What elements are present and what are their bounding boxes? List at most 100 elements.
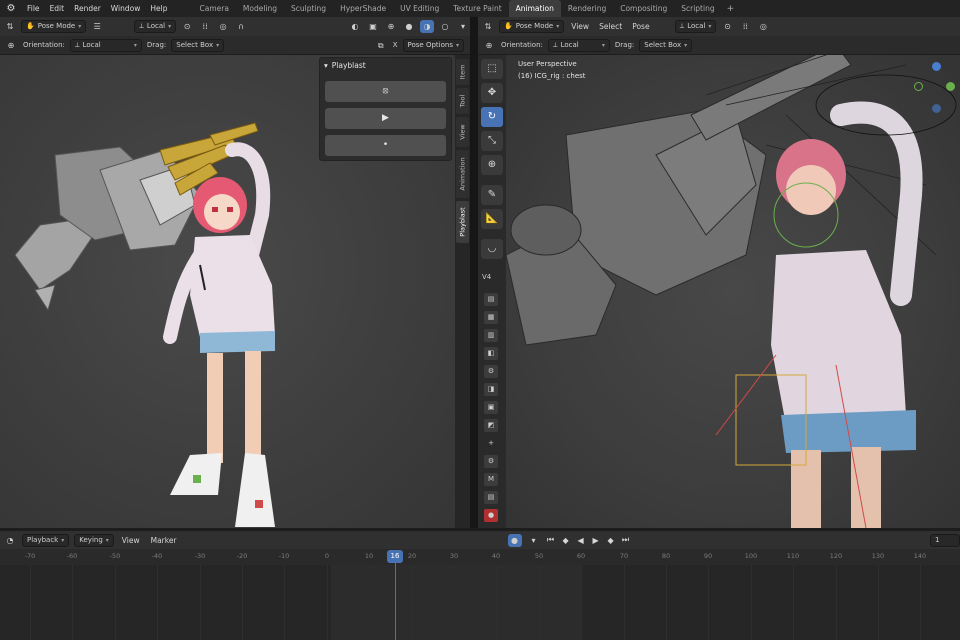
xray-icon[interactable]: ▣ <box>366 20 380 33</box>
measure-tool-icon[interactable]: 📐 <box>481 209 503 229</box>
addon-icon-11[interactable]: M <box>484 473 498 486</box>
transform-tool-icon[interactable]: ⊕ <box>4 39 18 52</box>
playback-menu[interactable]: Playback ▾ <box>22 533 70 547</box>
addon-icon-6[interactable]: ◨ <box>484 383 498 396</box>
addon-icon-5[interactable]: ⚙ <box>484 365 498 378</box>
play-icon[interactable]: ▶ <box>591 536 601 545</box>
shading-render-icon[interactable]: ○ <box>438 20 452 33</box>
tab-tool[interactable]: Tool <box>456 88 469 114</box>
axis-z-icon[interactable] <box>932 62 941 71</box>
autokey-record-icon[interactable]: ● <box>507 533 522 547</box>
tab-scripting[interactable]: Scripting <box>674 0 721 17</box>
left-mode-dropdown[interactable]: ✋ Pose Mode ▾ <box>21 20 87 33</box>
mirror-x-label[interactable]: X <box>393 41 398 49</box>
right-transform-dropdown[interactable]: ⟂ Local ▾ <box>674 20 717 33</box>
playblast-play-button[interactable]: ▶ <box>325 108 446 129</box>
snap-icon[interactable]: ⁞⁞ <box>198 20 212 33</box>
proportional-icon[interactable]: ◎ <box>756 20 770 33</box>
tab-compositing[interactable]: Compositing <box>613 0 674 17</box>
tab-texture-paint[interactable]: Texture Paint <box>446 0 508 17</box>
right-mode-dropdown[interactable]: ✋ Pose Mode ▾ <box>499 20 565 33</box>
navigation-gizmo[interactable] <box>906 60 958 120</box>
pose-options-dropdown[interactable]: Pose Options ▾ <box>402 38 464 52</box>
playblast-extra-button[interactable]: • <box>325 135 446 156</box>
blender-logo-icon[interactable]: ⚙ <box>4 2 18 16</box>
prev-keyframe-icon[interactable]: ◆ <box>561 536 571 545</box>
tab-hypershade[interactable]: HyperShade <box>333 0 393 17</box>
tab-modeling[interactable]: Modeling <box>236 0 284 17</box>
mirror-icon[interactable]: ⧉ <box>374 39 388 52</box>
menu-file[interactable]: File <box>22 0 45 17</box>
addon-icon-10[interactable]: ⚙ <box>484 455 498 468</box>
chevron-down-icon[interactable]: ▾ <box>527 534 541 547</box>
addon-icon-3[interactable]: ▥ <box>484 329 498 342</box>
menu-pose[interactable]: Pose <box>629 22 652 31</box>
timeline-ruler[interactable]: -70 -60 -50 -40 -30 -20 -10 0 10 20 30 4… <box>0 549 960 565</box>
chevron-down-icon[interactable]: ▾ <box>456 20 470 33</box>
menu-select[interactable]: Select <box>596 22 625 31</box>
menu-window[interactable]: Window <box>106 0 146 17</box>
record-icon[interactable]: ● <box>484 509 498 522</box>
pivot-icon[interactable]: ⊙ <box>180 20 194 33</box>
next-keyframe-icon[interactable]: ◆ <box>606 536 616 545</box>
keying-menu[interactable]: Keying ▾ <box>74 533 114 547</box>
editor-type-icon[interactable]: ⇅ <box>3 20 17 33</box>
area-split-border[interactable] <box>470 17 478 528</box>
axis-z-neg-icon[interactable] <box>932 104 941 113</box>
move-tool-icon[interactable]: ✥ <box>481 83 503 103</box>
annotate-tool-icon[interactable]: ✎ <box>481 185 503 205</box>
right-orientation-dropdown[interactable]: ⟂ Local ▾ <box>547 38 610 52</box>
add-workspace-button[interactable]: + <box>722 4 740 14</box>
timeline-marker-menu[interactable]: Marker <box>148 536 180 545</box>
collapse-arrow-icon[interactable]: ▾ <box>324 61 328 70</box>
menu-help[interactable]: Help <box>145 0 172 17</box>
menu-render[interactable]: Render <box>69 0 106 17</box>
scale-tool-icon[interactable]: ⤡ <box>481 131 503 151</box>
jump-start-icon[interactable]: ⏮ <box>546 535 556 545</box>
menu-edit[interactable]: Edit <box>45 0 70 17</box>
addon-icon-1[interactable]: ▤ <box>484 293 498 306</box>
axis-y-neg-icon[interactable] <box>914 82 923 91</box>
addon-icon-7[interactable]: ▣ <box>484 401 498 414</box>
playblast-panel-header[interactable]: ▾ Playblast <box>320 58 451 73</box>
timeline-view-menu[interactable]: View <box>119 536 143 545</box>
playhead-line[interactable] <box>395 563 396 640</box>
overlay-icon[interactable]: ◐ <box>348 20 362 33</box>
tab-sculpting[interactable]: Sculpting <box>284 0 333 17</box>
addon-icon-8[interactable]: ◩ <box>484 419 498 432</box>
tab-rendering[interactable]: Rendering <box>561 0 613 17</box>
right-3d-viewport[interactable]: User Perspective (16) ICG_rig : chest <box>506 55 960 528</box>
bend-tool-icon[interactable]: ◡ <box>481 239 503 259</box>
menu-view[interactable]: View <box>568 22 592 31</box>
proportional-icon[interactable]: ◎ <box>216 20 230 33</box>
tab-item[interactable]: Item <box>456 59 469 85</box>
jump-end-icon[interactable]: ⏭ <box>621 535 631 545</box>
pivot-icon[interactable]: ⊙ <box>720 20 734 33</box>
transform-tool-icon[interactable]: ⊕ <box>482 39 496 52</box>
shading-material-icon[interactable]: ◑ <box>420 20 434 33</box>
shading-solid-icon[interactable]: ● <box>402 20 416 33</box>
addon-icon-9[interactable]: + <box>484 437 498 450</box>
transform-tool-icon[interactable]: ⊕ <box>481 155 503 175</box>
editor-type-icon[interactable]: ⇅ <box>481 20 495 33</box>
play-reverse-icon[interactable]: ◀ <box>576 536 586 545</box>
shading-wire-icon[interactable]: ⊕ <box>384 20 398 33</box>
tab-animation-side[interactable]: Animation <box>456 150 469 198</box>
menu-toggle-icon[interactable]: ☰ <box>90 20 104 33</box>
left-transform-dropdown[interactable]: ⟂ Local ▾ <box>134 20 177 33</box>
timeline-area[interactable] <box>0 565 960 640</box>
tab-animation[interactable]: Animation <box>508 0 561 17</box>
axis-y-icon[interactable] <box>946 82 955 91</box>
left-drag-dropdown[interactable]: Select Box ▾ <box>171 38 225 52</box>
snap-icon[interactable]: ⁞⁞ <box>738 20 752 33</box>
current-frame-playhead[interactable]: 16 <box>387 550 403 563</box>
tab-uv-editing[interactable]: UV Editing <box>393 0 446 17</box>
addon-icon-2[interactable]: ▦ <box>484 311 498 324</box>
rotate-tool-icon[interactable]: ↻ <box>481 107 503 127</box>
addon-icon-12[interactable]: ▤ <box>484 491 498 504</box>
start-frame-field[interactable]: 1 <box>930 533 960 547</box>
tab-view[interactable]: View <box>456 117 469 147</box>
left-orientation-dropdown[interactable]: ⟂ Local ▾ <box>69 38 142 52</box>
editor-type-icon[interactable]: ◔ <box>3 534 17 547</box>
playblast-render-button[interactable]: ⦻ <box>325 81 446 102</box>
